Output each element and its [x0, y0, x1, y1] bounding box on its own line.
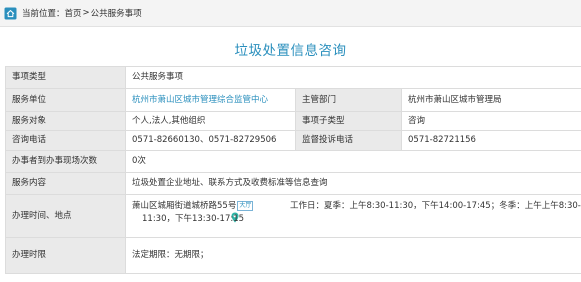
visits-value: 0次 — [124, 150, 581, 173]
table-row: 服务单位 杭州市萧山区城市管理综合监管中心 主管部门 杭州市萧山区城市管理局 — [5, 88, 581, 112]
breadcrumb-prefix: 当前位置： — [22, 9, 65, 19]
time-place-label: 办理时间、地点 — [5, 194, 126, 238]
service-unit-value: 杭州市萧山区城市管理综合监管中心 — [125, 88, 296, 112]
service-unit-link[interactable]: 杭州市萧山区城市管理综合监管中心 — [132, 95, 268, 105]
page-title: 垃圾处置信息咨询 — [234, 43, 347, 59]
time-limit-value: 法定期限：无期限； — [124, 237, 581, 274]
table-row: 咨询电话 0571-82660130、0571-82729506 监督投诉电话 … — [5, 130, 581, 151]
office-hours-line2-wrap: 11:30，下午13:30-17:15 — [142, 213, 244, 226]
item-type-label: 事项类型 — [5, 66, 126, 89]
supervisor-value: 杭州市萧山区城市管理局 — [400, 88, 581, 112]
table-row: 办理时间、地点 萧山区城厢街道城桥路55号 大厅 工作日：夏季：上午8:30-11… — [5, 194, 581, 238]
office-hours-line1: 工作日：夏季：上午8:30-11:30，下午14:00-17:45；冬季：上午上… — [290, 200, 581, 211]
item-type-value: 公共服务事项 — [124, 66, 581, 89]
content-label: 服务内容 — [5, 172, 126, 195]
table-row: 服务内容 垃圾处置企业地址、联系方式及收费标准等信息查询 — [5, 172, 581, 195]
breadcrumb: 当前位置： 首页 > 公共服务事项 — [0, 0, 581, 27]
office-hours-line2: 11:30，下午13:30-17:15 — [142, 213, 245, 224]
service-target-value: 个人,法人,其他组织 — [125, 111, 296, 131]
address-text: 萧山区城厢街道城桥路55号 — [132, 200, 237, 211]
service-unit-label: 服务单位 — [5, 88, 126, 112]
time-limit-label: 办理时限 — [5, 237, 126, 274]
visits-label: 办事者到办事现场次数 — [5, 150, 126, 173]
complaint-phone-label: 监督投诉电话 — [295, 130, 402, 151]
table-row: 办理时限 法定期限：无期限； — [5, 237, 581, 274]
breadcrumb-separator: > — [82, 8, 90, 18]
office-hours: 工作日：夏季：上午8:30-11:30，下午14:00-17:45；冬季：上午上… — [290, 200, 581, 213]
breadcrumb-current: 公共服务事项 — [90, 9, 142, 19]
breadcrumb-home-link[interactable]: 首页 — [65, 7, 82, 19]
table-row: 事项类型 公共服务事项 — [5, 66, 581, 89]
hall-badge[interactable]: 大厅 — [237, 200, 254, 211]
table-row: 办事者到办事现场次数 0次 — [5, 150, 581, 173]
service-info-table: 事项类型 公共服务事项 服务单位 杭州市萧山区城市管理综合监管中心 主管部门 杭… — [5, 66, 581, 274]
phone-label: 咨询电话 — [5, 130, 126, 151]
complaint-phone-value: 0571-82721156 — [400, 130, 581, 151]
sub-type-value: 咨询 — [400, 111, 581, 131]
sub-type-label: 事项子类型 — [295, 111, 402, 131]
home-icon — [4, 7, 17, 19]
time-place-value: 萧山区城厢街道城桥路55号 大厅 工作日：夏季：上午8:30-11:30，下午14… — [124, 194, 581, 238]
supervisor-label: 主管部门 — [295, 88, 402, 112]
content-value: 垃圾处置企业地址、联系方式及收费标准等信息查询 — [124, 172, 581, 195]
phone-value: 0571-82660130、0571-82729506 — [125, 130, 296, 151]
service-target-label: 服务对象 — [5, 111, 126, 131]
table-row: 服务对象 个人,法人,其他组织 事项子类型 咨询 — [5, 111, 581, 131]
